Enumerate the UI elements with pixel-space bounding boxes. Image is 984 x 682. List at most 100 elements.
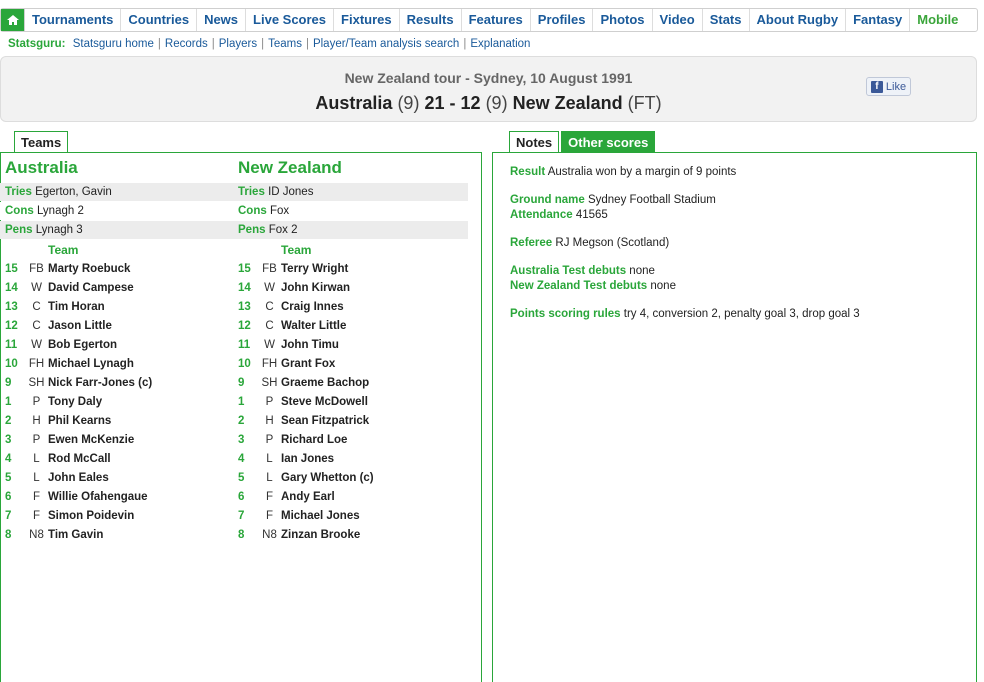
away-team-name[interactable]: New Zealand	[513, 93, 623, 113]
nav-item[interactable]: Countries	[121, 9, 198, 31]
player-name[interactable]: Richard Loe	[281, 431, 347, 450]
player-name[interactable]: David Campese	[48, 279, 134, 298]
player-name[interactable]: John Timu	[281, 336, 339, 355]
player-name[interactable]: Rod McCall	[48, 450, 111, 469]
player-position: H	[265, 415, 274, 427]
nav-item[interactable]: Features	[462, 9, 531, 31]
statsguru-link[interactable]: Records	[165, 38, 208, 50]
player-number: 11	[5, 339, 18, 351]
home-score: 21	[424, 93, 445, 113]
nav-item[interactable]: Fantasy	[846, 9, 911, 31]
link-separator: |	[157, 38, 161, 50]
top-nav: Tournaments Countries News Live Scores Fixtu…	[0, 8, 978, 32]
player-position: C	[265, 301, 274, 313]
player-name[interactable]: Nick Farr-Jones (c)	[48, 374, 152, 393]
player-name[interactable]: Tony Daly	[48, 393, 102, 412]
player-name[interactable]: Michael Jones	[281, 507, 360, 526]
player-number: 14	[5, 282, 18, 294]
nav-item[interactable]: Video	[653, 9, 703, 31]
referee-value[interactable]: RJ Megson (Scotland)	[555, 237, 669, 249]
aus-debuts-label: Australia Test debuts	[510, 265, 627, 277]
facebook-like-button[interactable]: f Like	[866, 77, 911, 96]
statsguru-label: Statsguru:	[8, 38, 66, 50]
away-team-heading[interactable]: New Zealand	[238, 158, 342, 178]
player-name[interactable]: Graeme Bachop	[281, 374, 369, 393]
statsguru-link[interactable]: Players	[219, 38, 257, 50]
player-name[interactable]: John Eales	[48, 469, 109, 488]
nav-item[interactable]: Tournaments	[25, 9, 122, 31]
player-number: 7	[5, 510, 12, 522]
player-name[interactable]: Walter Little	[281, 317, 346, 336]
player-name[interactable]: Ewen McKenzie	[48, 431, 134, 450]
player-number: 9	[238, 377, 245, 389]
player-number: 11	[238, 339, 251, 351]
player-number: 2	[5, 415, 12, 427]
player-name[interactable]: Andy Earl	[281, 488, 335, 507]
player-row: 2 H Sean Fitzpatrick	[233, 412, 468, 431]
player-position: L	[266, 472, 273, 484]
player-name[interactable]: Terry Wright	[281, 260, 348, 279]
player-name[interactable]: Tim Gavin	[48, 526, 103, 545]
player-row: 2 H Phil Kearns	[0, 412, 233, 431]
tab-teams[interactable]: Teams	[14, 131, 69, 153]
referee-label: Referee	[510, 237, 553, 249]
tab-other-scores[interactable]: Other scores	[561, 131, 656, 153]
player-position: N8	[29, 529, 44, 541]
player-name[interactable]: Willie Ofahengaue	[48, 488, 148, 507]
player-name[interactable]: John Kirwan	[281, 279, 350, 298]
match-score: Australia (9) 21 - 12 (9) New Zealand (F…	[1, 93, 976, 114]
player-name[interactable]: Jason Little	[48, 317, 112, 336]
player-name[interactable]: Gary Whetton (c)	[281, 469, 374, 488]
player-name[interactable]: Michael Lynagh	[48, 355, 134, 374]
player-row: 1 P Steve McDowell	[233, 393, 468, 412]
home-tries-label: Tries	[5, 186, 32, 198]
statsguru-link[interactable]: Explanation	[470, 38, 530, 50]
player-number: 5	[5, 472, 12, 484]
nav-item[interactable]: Fixtures	[334, 9, 400, 31]
away-score: 12	[460, 93, 481, 113]
player-row: 11 W Bob Egerton	[0, 336, 233, 355]
player-name[interactable]: Sean Fitzpatrick	[281, 412, 369, 431]
home-team-heading[interactable]: Australia	[5, 158, 78, 178]
link-separator: |	[463, 38, 467, 50]
player-number: 10	[238, 358, 251, 370]
statsguru-link[interactable]: Statsguru home	[73, 38, 154, 50]
nav-item[interactable]: News	[197, 9, 247, 31]
nav-item[interactable]: Results	[400, 9, 462, 31]
statsguru-link[interactable]: Teams	[268, 38, 302, 50]
player-name[interactable]: Bob Egerton	[48, 336, 117, 355]
player-position: H	[32, 415, 41, 427]
player-name[interactable]: Simon Poidevin	[48, 507, 134, 526]
nav-item-mobile[interactable]: Mobile	[910, 9, 965, 31]
player-name[interactable]: Grant Fox	[281, 355, 335, 374]
nav-item[interactable]: About Rugby	[750, 9, 847, 31]
ground-value[interactable]: Sydney Football Stadium	[588, 194, 716, 206]
nav-item[interactable]: Profiles	[531, 9, 594, 31]
away-pens: Fox 2	[268, 224, 298, 236]
player-name[interactable]: Marty Roebuck	[48, 260, 130, 279]
player-name[interactable]: Ian Jones	[281, 450, 334, 469]
player-name[interactable]: Steve McDowell	[281, 393, 368, 412]
player-name[interactable]: Zinzan Brooke	[281, 526, 360, 545]
tab-notes[interactable]: Notes	[509, 131, 560, 153]
player-name[interactable]: Tim Horan	[48, 298, 105, 317]
away-team-label: Team	[281, 243, 312, 257]
player-name[interactable]: Craig Innes	[281, 298, 344, 317]
notes-tabbar: Notes Other scores	[509, 131, 656, 153]
statsguru-link[interactable]: Player/Team analysis search	[313, 38, 459, 50]
nav-item[interactable]: Photos	[593, 9, 653, 31]
player-row: 10 FH Grant Fox	[233, 355, 468, 374]
player-number: 13	[238, 301, 251, 313]
ground-label: Ground name	[510, 194, 585, 206]
home-button[interactable]	[1, 9, 25, 31]
home-icon	[6, 15, 19, 25]
player-row: 3 P Richard Loe	[233, 431, 468, 450]
player-position: W	[31, 282, 42, 294]
nav-item[interactable]: Live Scores	[246, 9, 335, 31]
player-number: 2	[238, 415, 245, 427]
away-tries: ID Jones	[268, 186, 314, 198]
away-tries-row: Tries ID Jones	[233, 183, 468, 201]
nav-item[interactable]: Stats	[703, 9, 750, 31]
player-name[interactable]: Phil Kearns	[48, 412, 111, 431]
home-team-name[interactable]: Australia	[315, 93, 392, 113]
